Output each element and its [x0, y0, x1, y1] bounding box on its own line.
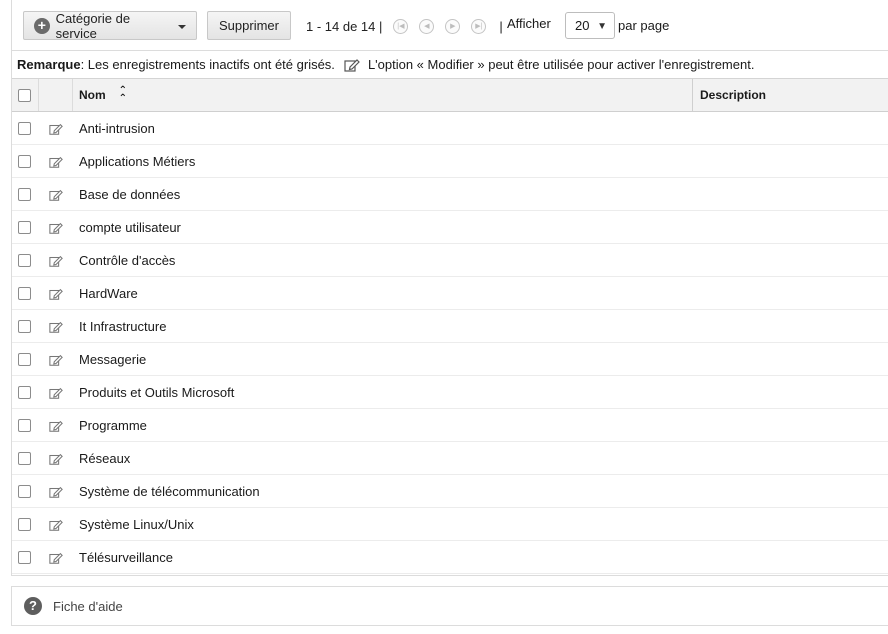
select-all-checkbox[interactable]	[18, 89, 31, 102]
table-row: Applications Métiers	[12, 145, 888, 178]
edit-icon[interactable]	[49, 353, 63, 370]
edit-icon[interactable]	[49, 419, 63, 436]
edit-icon[interactable]	[49, 485, 63, 502]
table-row: It Infrastructure	[12, 310, 888, 343]
first-page-icon[interactable]: |◀	[393, 18, 409, 34]
toolbar: + Catégorie de service Supprimer 1 - 14 …	[11, 0, 888, 50]
row-checkbox[interactable]	[18, 254, 31, 267]
row-name[interactable]: Programme	[79, 418, 147, 433]
row-checkbox[interactable]	[18, 188, 31, 201]
sort-ascending-icon: ⌃ ⌃	[118, 85, 128, 104]
help-panel[interactable]: ? Fiche d'aide	[11, 586, 888, 626]
grid-header: Nom ⌃ ⌃ Description	[12, 78, 888, 112]
help-icon: ?	[24, 597, 42, 615]
edit-icon[interactable]	[49, 386, 63, 403]
row-checkbox[interactable]	[18, 518, 31, 531]
edit-icon[interactable]	[49, 320, 63, 337]
table-row: Anti-intrusion	[12, 112, 888, 145]
add-circle-icon: +	[34, 17, 50, 34]
row-name[interactable]: Réseaux	[79, 451, 130, 466]
table-row: Contrôle d'accès	[12, 244, 888, 277]
delete-button[interactable]: Supprimer	[207, 11, 291, 40]
remark-text: : Les enregistrements inactifs ont été g…	[80, 57, 335, 72]
remark-label: Remarque	[17, 57, 81, 72]
caret-down-icon	[178, 24, 186, 29]
next-page-icon[interactable]: ▶	[445, 18, 461, 34]
row-checkbox[interactable]	[18, 287, 31, 300]
row-checkbox[interactable]	[18, 485, 31, 498]
table-row: Système de télécommunication	[12, 475, 888, 508]
last-page-icon[interactable]: ▶|	[471, 18, 487, 34]
edit-icon[interactable]	[49, 452, 63, 469]
grid-body: Anti-intrusion Applications Métiers Base d…	[12, 112, 888, 574]
row-checkbox[interactable]	[18, 551, 31, 564]
edit-icon[interactable]	[49, 551, 63, 568]
help-label: Fiche d'aide	[53, 598, 123, 614]
row-checkbox[interactable]	[18, 353, 31, 366]
edit-icon[interactable]	[49, 122, 63, 139]
chevron-down-icon: ▼	[597, 21, 607, 32]
row-checkbox[interactable]	[18, 122, 31, 135]
previous-page-icon[interactable]: ◀	[419, 18, 435, 34]
header-check-cell	[12, 79, 39, 111]
row-name[interactable]: Anti-intrusion	[79, 121, 155, 136]
edit-icon[interactable]	[49, 188, 63, 205]
pagination: 1 - 14 de 14 | |◀ ◀ ▶ ▶| |	[306, 17, 503, 35]
table-row: Programme	[12, 409, 888, 442]
row-name[interactable]: Applications Métiers	[79, 154, 195, 169]
service-category-grid: Nom ⌃ ⌃ Description Anti-intrusion Applica…	[11, 78, 888, 576]
remark-bar: Remarque : Les enregistrements inactifs …	[11, 50, 888, 78]
table-row: Télésurveillance	[12, 541, 888, 574]
show-label: Afficher	[507, 16, 551, 31]
row-checkbox[interactable]	[18, 320, 31, 333]
per-page-value: 20	[575, 18, 590, 33]
per-page-label: par page	[618, 18, 670, 33]
table-row: Système Linux/Unix	[12, 508, 888, 541]
row-checkbox[interactable]	[18, 452, 31, 465]
category-dropdown-button[interactable]: + Catégorie de service	[23, 10, 197, 41]
row-name[interactable]: It Infrastructure	[79, 319, 166, 334]
row-checkbox[interactable]	[18, 386, 31, 399]
table-row: Messagerie	[12, 343, 888, 376]
table-row: Produits et Outils Microsoft	[12, 376, 888, 409]
category-button-label: Catégorie de service	[55, 10, 131, 41]
row-checkbox[interactable]	[18, 221, 31, 234]
row-name[interactable]: Système Linux/Unix	[79, 517, 194, 532]
row-name[interactable]: HardWare	[79, 286, 138, 301]
table-row: HardWare	[12, 277, 888, 310]
table-row: compte utilisateur	[12, 211, 888, 244]
edit-icon[interactable]	[49, 254, 63, 271]
row-name[interactable]: Base de données	[79, 187, 180, 202]
row-name[interactable]: Télésurveillance	[79, 550, 173, 565]
column-name-label: Nom	[79, 88, 106, 102]
row-checkbox[interactable]	[18, 155, 31, 168]
pager-range: 1 - 14 de 14 |	[306, 18, 383, 34]
column-header-description[interactable]: Description	[694, 79, 766, 111]
row-name[interactable]: Produits et Outils Microsoft	[79, 385, 234, 400]
column-header-name[interactable]: Nom ⌃ ⌃	[73, 79, 693, 111]
edit-icon[interactable]	[49, 287, 63, 304]
edit-icon[interactable]	[49, 518, 63, 535]
edit-icon[interactable]	[49, 221, 63, 238]
edit-icon[interactable]	[49, 155, 63, 172]
edit-icon	[344, 58, 360, 72]
header-edit-cell	[39, 79, 73, 111]
pager-separator: |	[499, 18, 503, 34]
row-name[interactable]: Système de télécommunication	[79, 484, 260, 499]
row-name[interactable]: Contrôle d'accès	[79, 253, 175, 268]
row-name[interactable]: Messagerie	[79, 352, 146, 367]
table-row: Réseaux	[12, 442, 888, 475]
edit-hint-text: L'option « Modifier » peut être utilisée…	[367, 57, 755, 72]
row-checkbox[interactable]	[18, 419, 31, 432]
table-row: Base de données	[12, 178, 888, 211]
row-name[interactable]: compte utilisateur	[79, 220, 181, 235]
per-page-select[interactable]: 20 ▼	[565, 12, 615, 39]
